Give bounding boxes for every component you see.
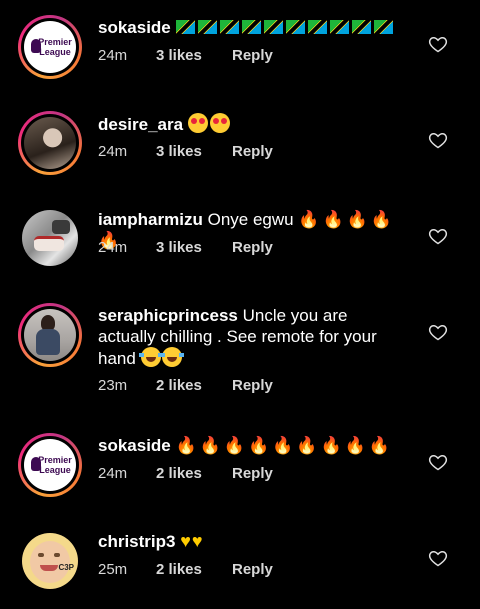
heart-outline-icon[interactable] — [428, 548, 448, 568]
comment-username[interactable]: desire_ara — [98, 115, 183, 134]
comment-meta: 25m 2 likes Reply — [98, 561, 273, 578]
comment-meta: 24m 3 likes Reply — [98, 47, 273, 64]
comment-text-line3: hand — [98, 349, 136, 368]
reply-button[interactable]: Reply — [232, 143, 273, 160]
comment-username[interactable]: sokaside — [98, 436, 171, 455]
heart-eyes-emoji — [209, 113, 230, 133]
comment-meta: 24m 3 likes Reply — [98, 143, 273, 160]
avatar[interactable]: Premier League — [18, 15, 82, 79]
heart-outline-icon[interactable] — [428, 226, 448, 246]
comment-likes[interactable]: 2 likes — [156, 377, 232, 394]
heart-outline-icon[interactable] — [428, 452, 448, 472]
reply-button[interactable]: Reply — [232, 465, 273, 482]
heart-outline-icon[interactable] — [428, 34, 448, 54]
comment-body: seraphicprincess Uncle you are actually … — [98, 305, 398, 369]
reply-button[interactable]: Reply — [232, 561, 273, 578]
comment-time: 23m — [98, 377, 128, 394]
heart-outline-icon[interactable] — [428, 130, 448, 150]
avatar[interactable]: Premier League — [18, 433, 82, 497]
fire-emoji-row: 🔥 🔥 🔥 🔥 🔥 🔥 🔥 🔥 🔥 — [175, 436, 391, 455]
reply-button[interactable]: Reply — [232, 47, 273, 64]
avatar-photo — [24, 117, 76, 169]
comment-body: desire_ara — [98, 113, 398, 135]
avatar[interactable] — [18, 111, 82, 175]
comment-meta: 23m 2 likes Reply — [98, 377, 273, 394]
reply-button[interactable]: Reply — [232, 377, 273, 394]
comment-time: 24m — [98, 143, 128, 160]
avatar[interactable] — [22, 210, 78, 266]
flag-emoji-row — [175, 18, 396, 37]
yellow-heart-emoji: ♥ — [180, 531, 191, 551]
comment-text-line2: actually chilling . See remote for your — [98, 327, 377, 346]
comment-text: Onye egwu — [207, 210, 294, 229]
tears-of-joy-emoji — [138, 347, 163, 367]
comment-time: 24m — [98, 47, 128, 64]
avatar[interactable]: C3P — [22, 533, 78, 589]
comment-likes[interactable]: 3 likes — [156, 239, 232, 256]
comment-likes[interactable]: 3 likes — [156, 47, 232, 64]
comment-username[interactable]: seraphicprincess — [98, 306, 238, 325]
avatar-photo — [24, 309, 76, 361]
comment-likes[interactable]: 2 likes — [156, 561, 232, 578]
premier-league-logo: Premier League — [24, 439, 76, 491]
comment-body: sokaside — [98, 17, 398, 38]
tears-of-joy-emoji — [159, 347, 184, 367]
yellow-heart-emoji: ♥ — [191, 531, 203, 551]
reply-button[interactable]: Reply — [232, 239, 273, 256]
comment-body: christrip3 ♥♥ — [98, 531, 398, 552]
comment-time: 25m — [98, 561, 128, 578]
comment-text-line1: Uncle you are — [242, 306, 348, 325]
comment-likes[interactable]: 3 likes — [156, 143, 232, 160]
heart-eyes-emoji — [187, 113, 208, 133]
comment-username[interactable]: iampharmizu — [98, 210, 203, 229]
heart-outline-icon[interactable] — [428, 322, 448, 342]
comment-body: sokaside 🔥 🔥 🔥 🔥 🔥 🔥 🔥 🔥 🔥 — [98, 435, 398, 456]
comment-time: 24m — [98, 239, 128, 256]
premier-league-logo: Premier League — [24, 21, 76, 73]
comment-username[interactable]: christrip3 — [98, 532, 175, 551]
avatar[interactable] — [18, 303, 82, 367]
comment-time: 24m — [98, 465, 128, 482]
avatar-badge-text: C3P — [58, 563, 74, 572]
comment-username[interactable]: sokaside — [98, 18, 171, 37]
comment-meta: 24m 3 likes Reply — [98, 239, 273, 256]
comment-likes[interactable]: 2 likes — [156, 465, 232, 482]
comment-meta: 24m 2 likes Reply — [98, 465, 273, 482]
